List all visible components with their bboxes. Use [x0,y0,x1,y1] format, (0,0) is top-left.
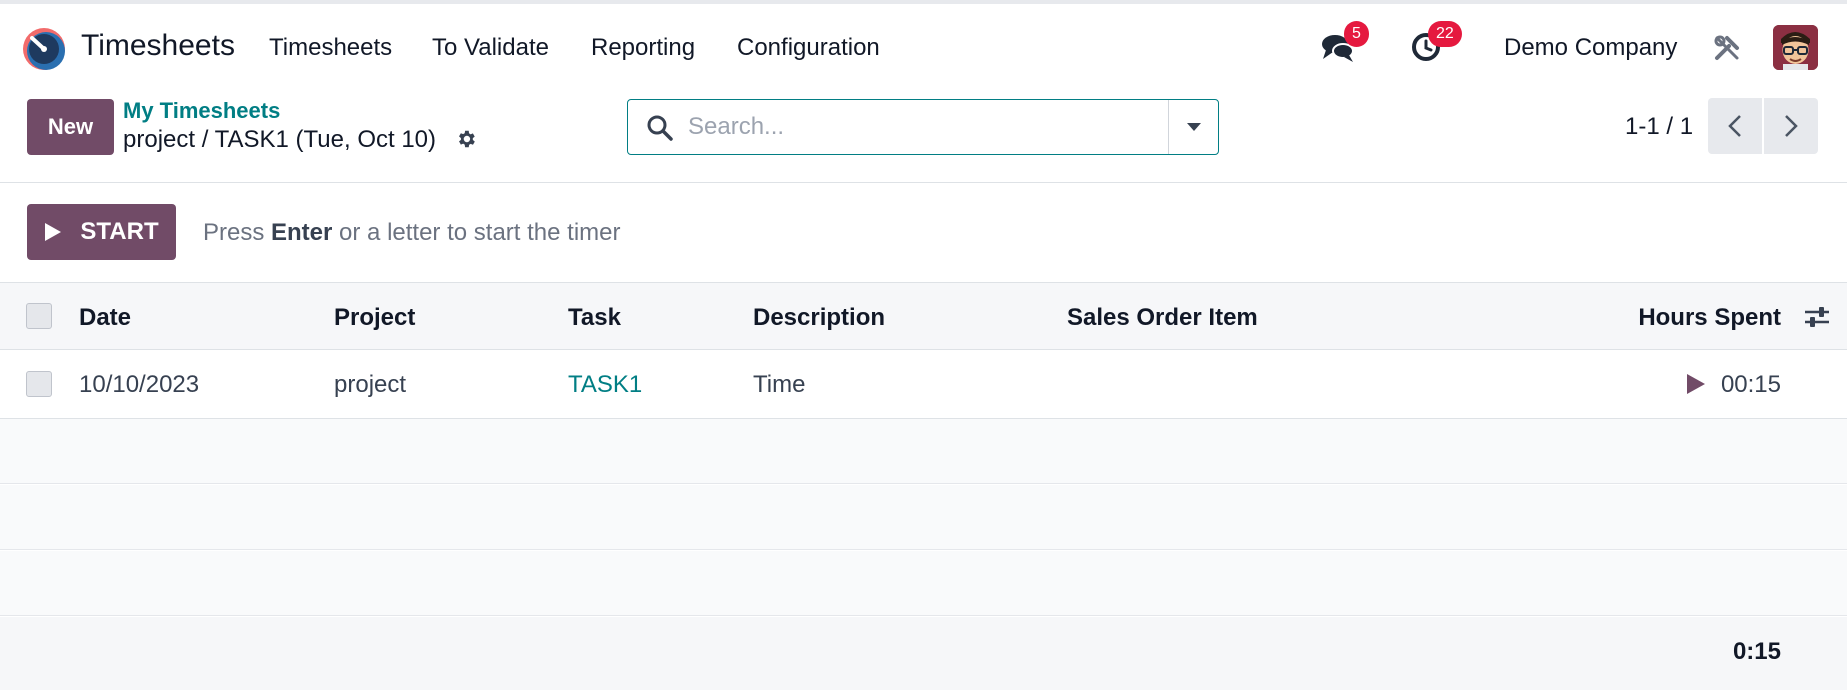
column-sales-order-item[interactable]: Sales Order Item [1067,304,1258,332]
menu-configuration[interactable]: Configuration [737,34,880,62]
empty-row [0,485,1847,550]
debug-tools-icon[interactable] [1713,34,1741,62]
timer-hint-suffix: or a letter to start the timer [332,219,621,246]
menu-reporting[interactable]: Reporting [591,34,695,62]
pager-previous-button[interactable] [1708,98,1762,154]
chevron-right-icon [1785,115,1798,137]
new-button[interactable]: New [27,99,114,155]
empty-row [0,551,1847,616]
timesheets-app-icon[interactable] [21,26,67,72]
cell-project[interactable]: project [334,371,406,399]
gear-icon[interactable] [455,128,477,150]
search-options-toggle[interactable] [1168,100,1218,154]
timer-hint-key: Enter [271,219,333,246]
cell-task[interactable]: TASK1 [568,371,642,399]
timer-hint: Press Enter or a letter to start the tim… [203,219,620,247]
column-description[interactable]: Description [753,304,885,332]
caret-down-icon [1186,123,1201,131]
menu-to-validate[interactable]: To Validate [432,34,549,62]
play-icon [45,223,62,241]
row-checkbox[interactable] [26,371,52,397]
control-panel-divider [0,182,1847,183]
start-label: START [80,218,159,245]
column-date[interactable]: Date [79,304,131,332]
cell-date[interactable]: 10/10/2023 [79,371,199,399]
chevron-left-icon [1728,115,1741,137]
navbar: Timesheets Timesheets To Validate Report… [0,4,1847,84]
breadcrumb-my-timesheets[interactable]: My Timesheets [123,98,280,124]
pager-next-button[interactable] [1764,98,1818,154]
app-name[interactable]: Timesheets [81,29,235,63]
select-all-checkbox[interactable] [26,303,52,329]
search-bar [627,99,1219,155]
breadcrumb-current-record: project / TASK1 (Tue, Oct 10) [123,126,437,153]
list-header: Date Project Task Description Sales Orde… [0,282,1847,350]
search-icon [647,115,673,141]
optional-columns-icon[interactable] [1803,305,1831,329]
empty-row [0,419,1847,484]
hours-total: 0:15 [1732,638,1781,665]
search-input[interactable] [688,110,1138,144]
column-project[interactable]: Project [334,304,415,332]
column-task[interactable]: Task [568,304,621,332]
list-footer: 0:15 [0,617,1847,690]
table-row[interactable]: 10/10/2023 project TASK1 Time 00:15 [0,350,1847,419]
activities-badge: 22 [1428,21,1462,47]
pager-value[interactable]: 1-1 / 1 [1625,113,1693,141]
messages-badge: 5 [1344,21,1369,47]
cell-description[interactable]: Time [753,371,805,399]
user-avatar[interactable] [1773,25,1818,70]
column-hours-spent[interactable]: Hours Spent [1638,304,1781,332]
start-timer-button[interactable]: START [27,204,176,260]
timer-hint-prefix: Press [203,219,272,246]
cell-hours-spent[interactable]: 00:15 [1721,371,1781,399]
menu-timesheets[interactable]: Timesheets [269,34,392,62]
company-switcher[interactable]: Demo Company [1504,34,1677,62]
row-play-timer-icon[interactable] [1686,373,1706,395]
